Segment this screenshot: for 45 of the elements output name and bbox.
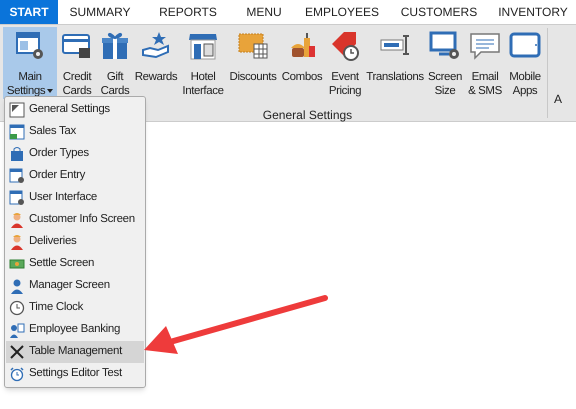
- menu-item[interactable]: Time Clock: [6, 297, 144, 319]
- ribbon-button[interactable]: Combos: [279, 27, 325, 99]
- window-gear-icon: [14, 30, 46, 62]
- ribbon-tab[interactable]: START: [0, 0, 58, 24]
- clock-icon: [9, 300, 25, 316]
- person-icon: [9, 212, 25, 228]
- window-icon: [9, 102, 25, 118]
- ribbon-button[interactable]: Mobile Apps: [505, 27, 545, 99]
- ribbon-button[interactable]: Email & SMS: [465, 27, 505, 99]
- ribbon-button[interactable]: Main Settings: [3, 27, 57, 99]
- ribbon-button[interactable]: Hotel Interface: [179, 27, 227, 99]
- gift-icon: [99, 30, 131, 62]
- ribbon-tab[interactable]: EMPLOYEES: [294, 0, 390, 24]
- form-icon: [9, 124, 25, 140]
- menu-item[interactable]: Settings Editor Test: [6, 363, 144, 385]
- menu-item[interactable]: Manager Screen: [6, 275, 144, 297]
- ribbon-tab[interactable]: INVENTORY: [488, 0, 576, 24]
- ribbon-button-label: A: [554, 92, 562, 106]
- shopping-bag-icon: [9, 146, 25, 162]
- ribbon-button[interactable]: Screen Size: [425, 27, 465, 99]
- group-label: General Settings: [262, 107, 352, 124]
- menu-item[interactable]: Employee Banking: [6, 319, 144, 341]
- menu-item[interactable]: General Settings: [6, 99, 144, 121]
- ribbon-tab[interactable]: CUSTOMERS: [390, 0, 488, 24]
- menu-item[interactable]: Deliveries: [6, 231, 144, 253]
- menu-item[interactable]: User Interface: [6, 187, 144, 209]
- menu-item[interactable]: Settle Screen: [6, 253, 144, 275]
- menu-item[interactable]: Order Entry: [6, 165, 144, 187]
- ribbon-tab[interactable]: REPORTS: [142, 0, 234, 24]
- alarm-clock-icon: [9, 366, 25, 382]
- monitor-gear-icon: [429, 30, 461, 62]
- window-gear-icon: [9, 190, 25, 206]
- menu-item[interactable]: Order Types: [6, 143, 144, 165]
- window-gear-icon: [9, 168, 25, 184]
- menu-item[interactable]: Table Management: [6, 341, 144, 363]
- menu-item[interactable]: Sales Tax: [6, 121, 144, 143]
- ribbon-button[interactable]: Rewards: [133, 27, 179, 99]
- menu-item[interactable]: Customer Info Screen: [6, 209, 144, 231]
- person-icon: [9, 234, 25, 250]
- user-icon: [9, 278, 25, 294]
- ribbon-button[interactable]: Translations: [365, 27, 425, 99]
- ribbon-button[interactable]: Discounts: [227, 27, 279, 99]
- ribbon-tab[interactable]: SUMMARY: [58, 0, 142, 24]
- ribbon-button[interactable]: Event Pricing: [325, 27, 365, 99]
- ribbon-tab[interactable]: MENU: [234, 0, 294, 24]
